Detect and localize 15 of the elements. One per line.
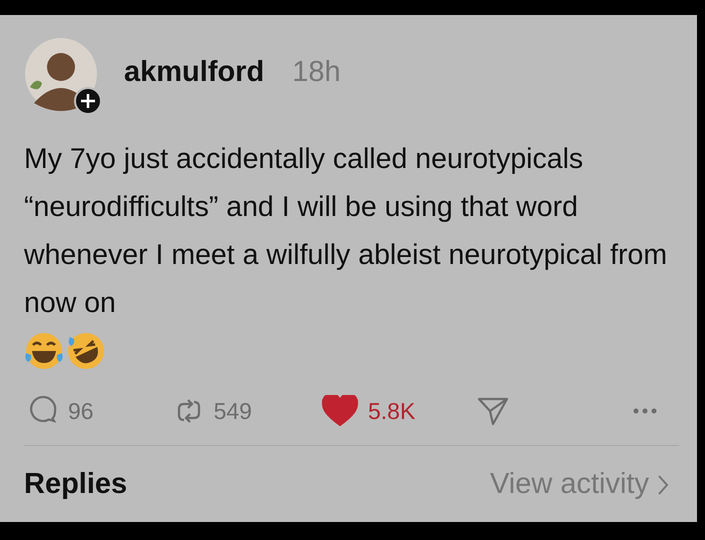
heart-icon[interactable] <box>322 395 358 427</box>
send-icon[interactable] <box>477 396 510 426</box>
username[interactable]: akmulford <box>124 56 264 88</box>
repost-count: 549 <box>214 398 252 424</box>
more-icon[interactable] <box>633 407 657 415</box>
post-text: My 7yo just accidentally called neurotypicals “neurodifficults” and I will be using that word whenever I meet a wilfully ableist neurotypical from now on <box>24 142 668 321</box>
comment-icon[interactable] <box>28 396 58 426</box>
reply-count: 96 <box>68 398 94 424</box>
laughing-emoji-icon <box>66 331 106 371</box>
chevron-icon <box>657 474 669 496</box>
like-count: 5.8K <box>368 398 416 424</box>
avatar[interactable] <box>24 37 102 115</box>
post-time: 18h <box>292 56 341 88</box>
replies-heading: Replies <box>24 468 128 501</box>
laughing-emoji-icon <box>24 331 64 371</box>
